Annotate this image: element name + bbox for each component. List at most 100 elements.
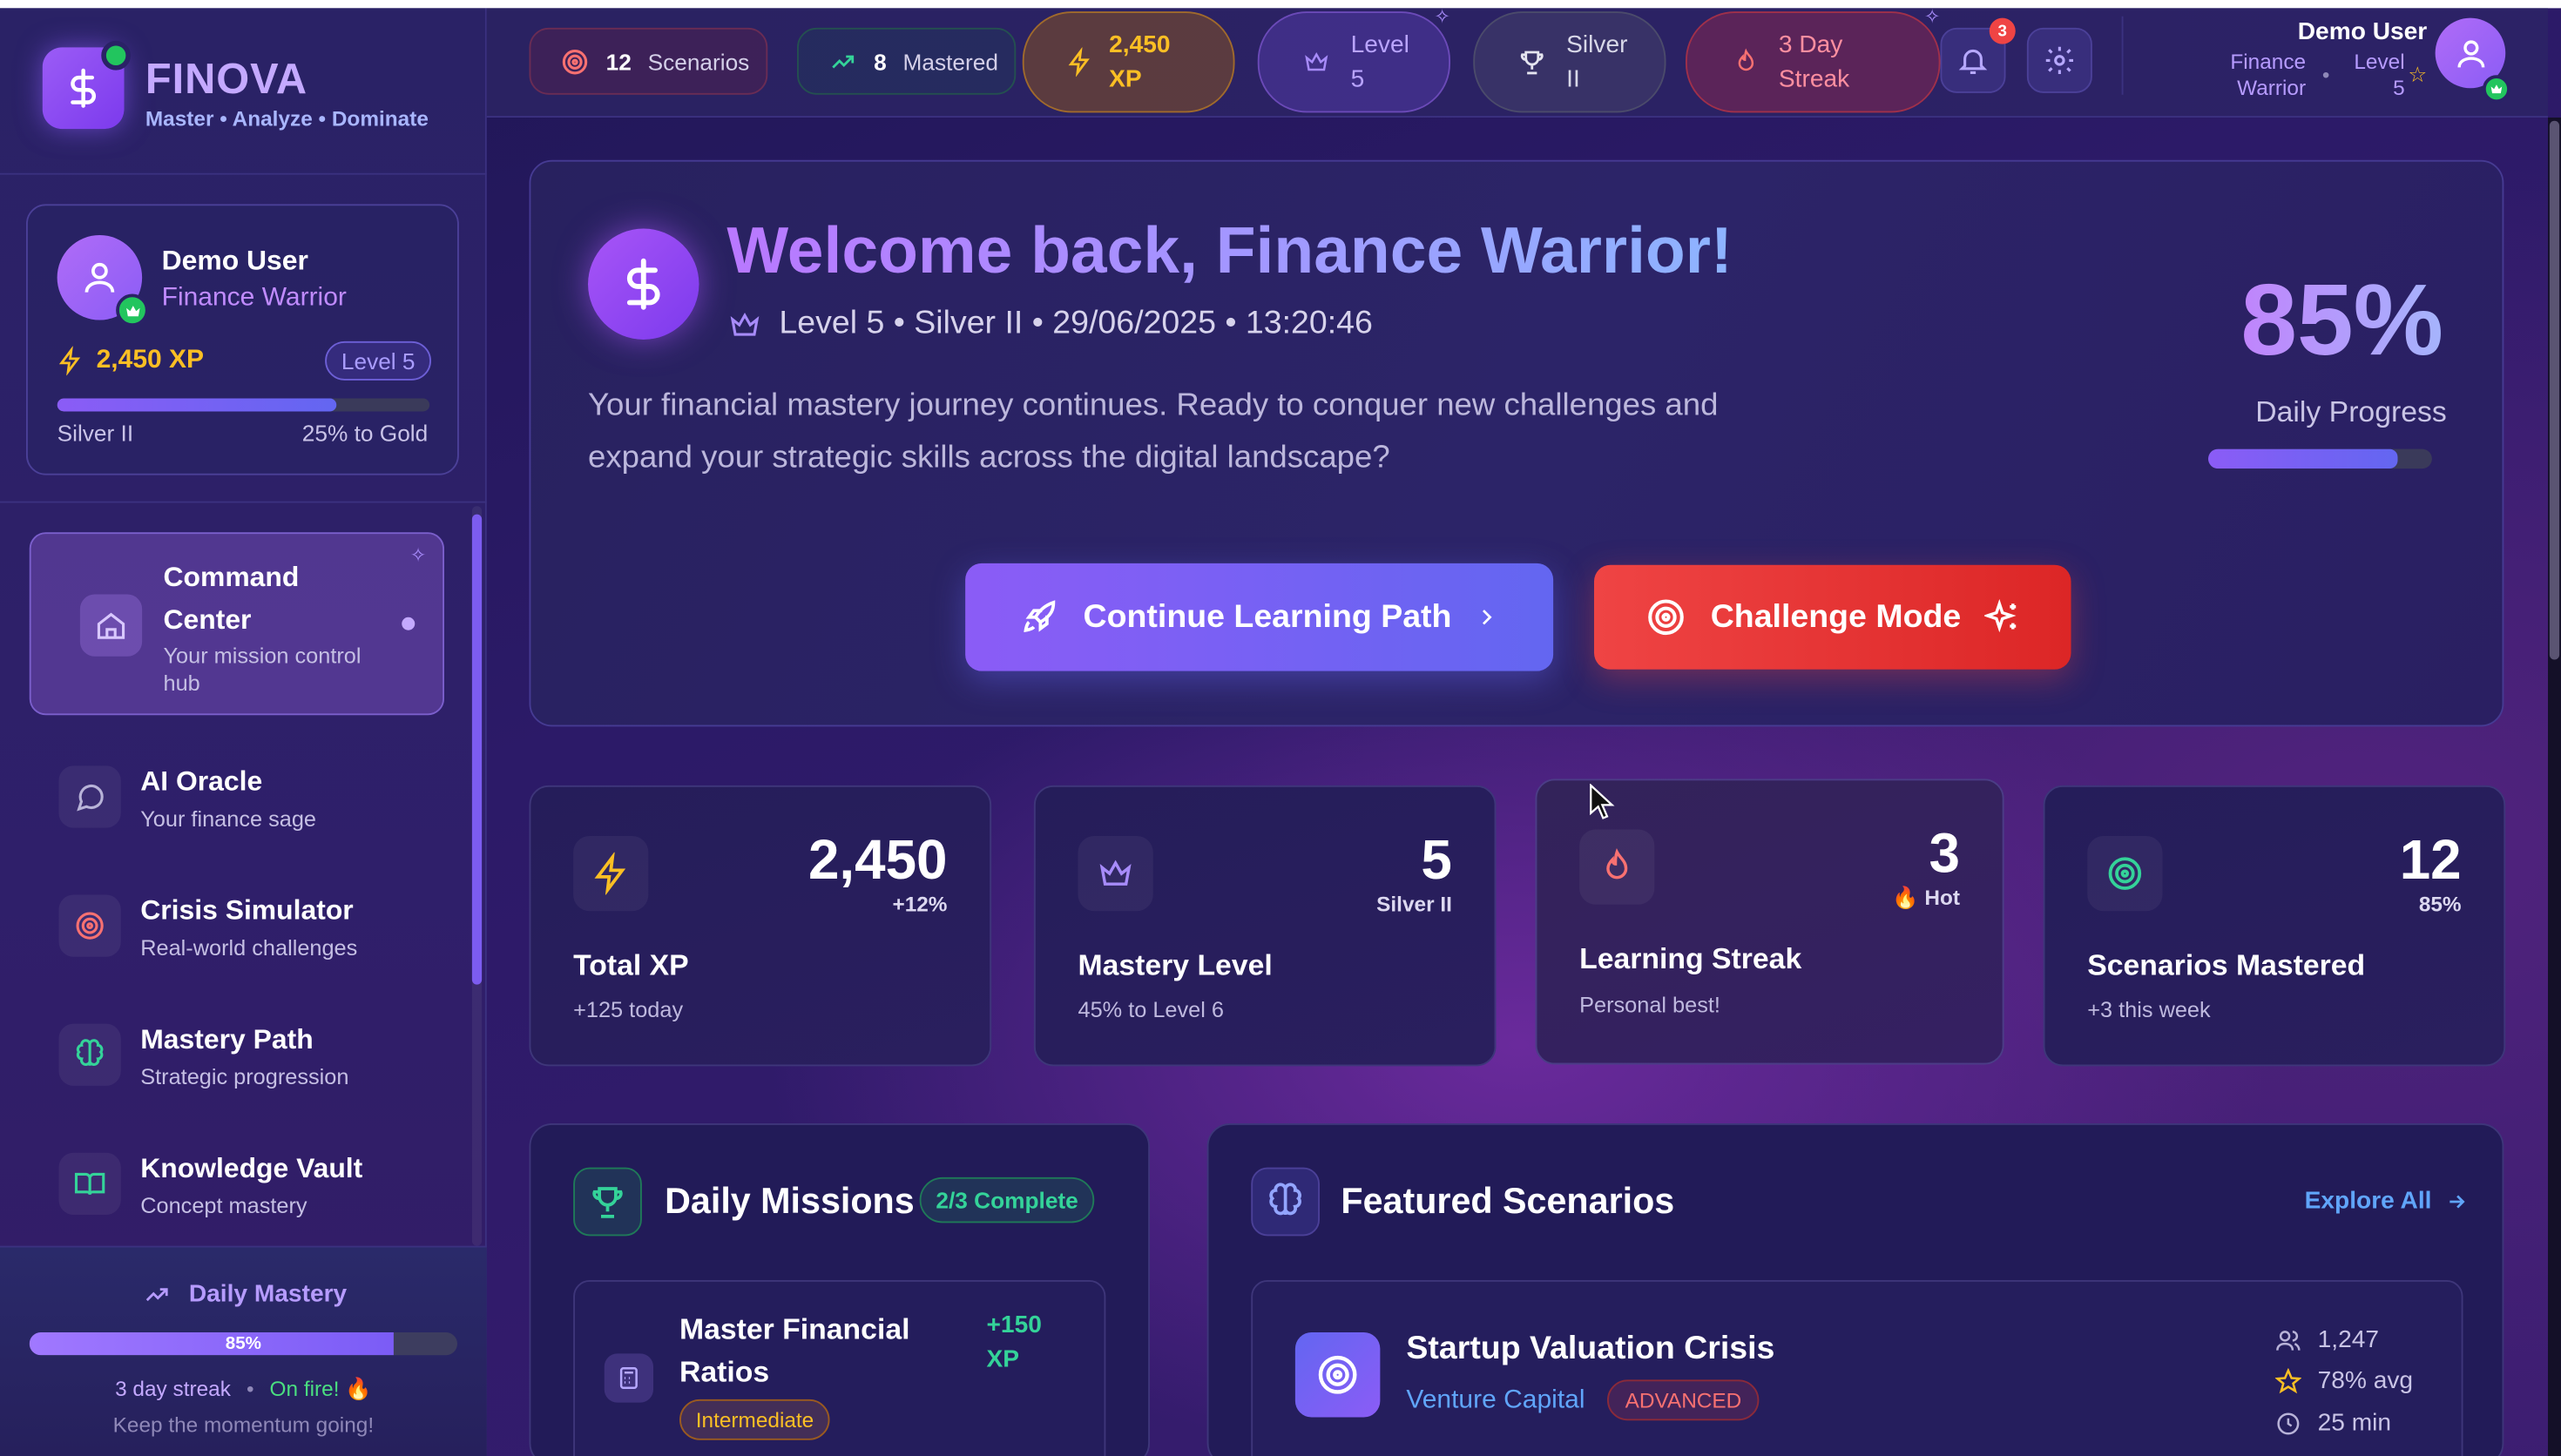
user-xp: 2,450 XP [57,346,205,376]
topbar-user-meta: Finance Warrior • Level 5 ☆ [2208,49,2428,101]
user-xp-value: 2,450 XP [96,346,205,374]
clock-icon [2277,1412,2300,1434]
scenario-average: 78% avg [2274,1366,2413,1394]
user-progress-bar [57,398,430,412]
nav-title: AI Oracle [140,765,263,797]
nav-title: Knowledge Vault [140,1152,363,1184]
nav-item-command-center[interactable]: Command Center Your mission control hub … [29,532,444,716]
welcome-title: Welcome back, Finance Warrior! [726,215,1733,288]
crown-icon [1305,51,1328,71]
trending-up-icon [832,54,855,68]
nav-title: Crisis Simulator [140,894,354,927]
page-scrollbar-thumb[interactable] [2549,120,2560,660]
book-icon [58,1152,121,1215]
featured-scenarios-title: Featured Scenarios [1341,1180,1675,1222]
explore-all-label: Explore All [2304,1187,2432,1215]
topbar-user-title: Finance Warrior [2230,49,2307,100]
challenge-mode-button[interactable]: Challenge Mode [1594,564,2071,670]
mastered-count: 8 [874,48,887,75]
chevron-right-icon [1482,610,1492,625]
stat-value: 2,450 [807,829,948,892]
streak-status: On fire! 🔥 [269,1376,372,1401]
scenario-duration-value: 25 min [2317,1409,2392,1437]
calculator-icon [604,1353,653,1403]
stat-card-mastery-level[interactable]: 5 Silver II Mastery Level 45% to Level 6 [1033,785,1497,1067]
welcome-meta-text: Level 5 • Silver II • 29/06/2025 • 13:20… [779,305,1373,341]
crown-icon [1078,836,1153,912]
nav-subtitle: Concept mastery [140,1193,307,1218]
daily-mastery-panel: Daily Mastery 85% 3 day streak • On fire… [0,1245,487,1456]
daily-missions-panel: Daily Missions 2/3 Complete Master Finan… [529,1123,1150,1456]
daily-progress-bar [2208,448,2432,469]
brain-icon [58,1023,121,1086]
nav-title: Mastery Path [140,1023,314,1055]
trending-up-icon [145,1287,167,1301]
arrow-right-icon [2449,1194,2465,1208]
online-dot [101,40,131,71]
sidebar-scrollbar-thumb[interactable] [471,514,483,985]
target-icon [2087,836,2163,912]
sparkles-icon [1983,599,2016,633]
rank-pill[interactable]: Silver II [1473,11,1666,113]
target-icon [562,49,588,74]
stat-card-total-xp[interactable]: 2,450 +12% Total XP +125 today [529,785,992,1067]
stat-value: 12 [2399,829,2462,892]
daily-streak: 3 day streak • On fire! 🔥 [115,1376,372,1401]
bolt-icon [573,836,649,912]
streak-value: 3 Day Streak [1778,30,1850,93]
gear-icon [2045,46,2073,74]
user-card[interactable]: Demo User Finance Warrior 2,450 XP Level… [26,204,459,475]
stat-card-learning-streak[interactable]: 3 🔥 Hot Learning Streak Personal best! [1535,779,2004,1065]
users-icon [2276,1330,2301,1350]
home-icon [79,594,143,657]
stat-title: Total XP [573,948,689,981]
level-pill[interactable]: Level 5 [1257,11,1450,113]
rocket-icon [1024,600,1056,632]
notification-count: 3 [1989,17,2016,44]
daily-progress-percent: 85% [2240,264,2443,378]
user-name: Demo User [161,245,308,276]
explore-all-link[interactable]: Explore All [2305,1187,2468,1215]
continue-learning-label: Continue Learning Path [1083,598,1452,635]
chat-icon [58,765,121,828]
daily-missions-title: Daily Missions [665,1180,915,1222]
mastered-label: Mastered [902,48,998,75]
divider [0,501,487,503]
xp-pill[interactable]: 2,450 XP [1022,11,1235,113]
divider [2121,16,2124,95]
stat-card-scenarios-mastered[interactable]: 12 85% Scenarios Mastered +3 this week [2043,785,2506,1067]
scenario-card[interactable]: Startup Valuation Crisis Venture Capital… [1251,1280,2463,1456]
stat-value: 5 [1421,829,1452,892]
stat-title: Mastery Level [1078,948,1273,981]
mission-card[interactable]: Master Financial Ratios +150 XP Intermed… [573,1280,1106,1456]
star-icon [2274,1367,2301,1393]
daily-progress-label: Daily Progress [2255,394,2447,428]
target-icon [1648,599,1685,636]
continue-learning-button[interactable]: Continue Learning Path [965,563,1554,671]
window-top-edge [0,0,2561,9]
stat-subtitle: +3 this week [2087,997,2211,1022]
trophy-icon [1520,51,1544,75]
stat-value: 3 [1929,823,1960,886]
scenarios-pill[interactable]: 12 Scenarios [529,27,768,95]
daily-mastery-label: Daily Mastery [188,1280,348,1308]
mastered-pill[interactable]: 8 Mastered [797,27,1017,95]
settings-button[interactable] [2026,27,2092,93]
stat-badge: +12% [892,891,948,916]
streak-text: 3 day streak [115,1376,231,1401]
scenario-difficulty-badge: ADVANCED [1607,1379,1760,1421]
missions-status-badge: 2/3 Complete [919,1176,1095,1223]
crown-badge-icon [116,293,149,327]
streak-pill[interactable]: 3 Day Streak [1686,11,1941,113]
star-icon: ☆ [2408,62,2428,87]
user-title: Finance Warrior [161,284,347,313]
bell-icon [1958,49,1988,74]
brand-name: FINOVA [145,53,308,104]
dollar-icon [588,228,699,340]
nav-subtitle: Your finance sage [140,806,316,832]
brand[interactable]: FINOVA Master • Analyze • Dominate [0,8,487,175]
sparkle-icon: ✧ [409,543,427,567]
crown-badge-icon [2483,75,2510,104]
stat-badge: 🔥 Hot [1892,885,1960,910]
nav-subtitle: Your mission control hub [163,643,362,696]
